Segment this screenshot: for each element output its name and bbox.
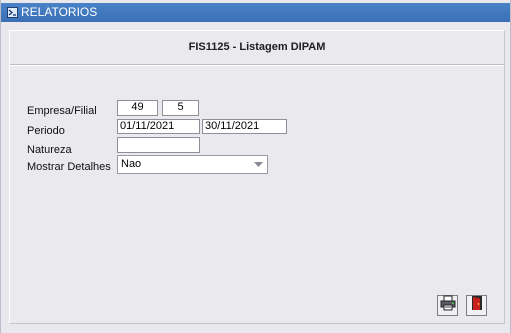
empresa-input[interactable]: 49 [117,100,158,116]
natureza-label: Natureza [27,144,72,156]
exit-button[interactable] [466,295,487,316]
exit-door-icon [469,295,485,316]
printer-icon [440,295,456,316]
natureza-input[interactable] [117,137,200,153]
report-title: FIS1125 - Listagem DIPAM [188,41,326,53]
periodo-label: Periodo [27,125,65,137]
mostrar-detalhes-select[interactable]: Nao [117,155,268,174]
chevron-down-icon[interactable] [252,158,265,171]
empresa-filial-label: Empresa/Filial [27,105,97,117]
filial-input[interactable]: 5 [162,100,199,116]
header-divider [10,64,504,66]
relatorios-window: RELATORIOS FIS1125 - Listagem DIPAM Empr… [0,0,511,333]
window-titlebar: RELATORIOS [1,3,510,22]
periodo-fim-input[interactable]: 30/11/2021 [202,119,287,134]
app-icon [7,7,18,18]
print-button[interactable] [437,295,458,316]
window-title: RELATORIOS [21,5,98,19]
report-panel: FIS1125 - Listagem DIPAM Empresa/Filial … [9,30,505,324]
periodo-inicio-input[interactable]: 01/11/2021 [117,119,200,134]
mostrar-detalhes-label: Mostrar Detalhes [27,161,111,173]
mostrar-detalhes-value: Nao [121,158,142,170]
